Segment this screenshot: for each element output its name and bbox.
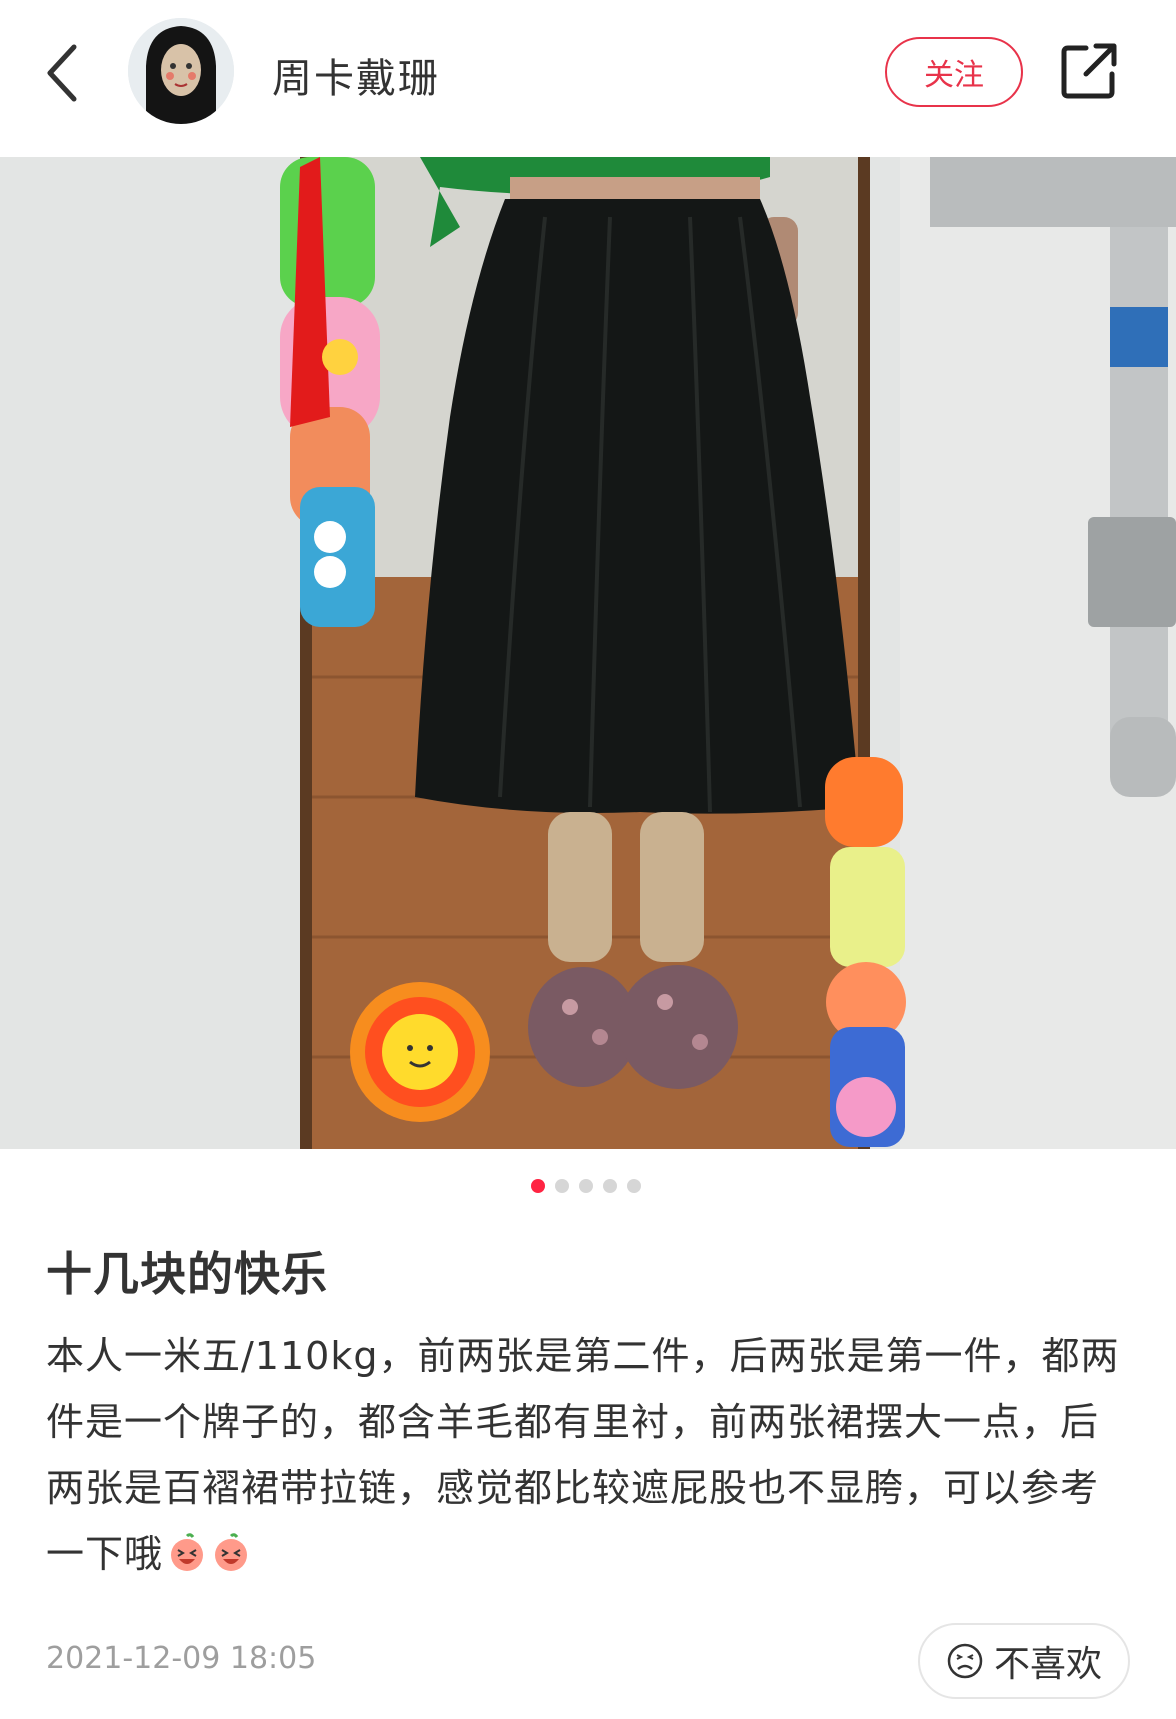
dislike-label: 不喜欢 [993, 1644, 1102, 1685]
page-dot-5[interactable] [627, 1179, 641, 1193]
share-icon [1061, 43, 1117, 99]
back-button[interactable] [36, 40, 88, 106]
top-bar: 周卡戴珊 关注 [0, 0, 1176, 157]
post-body-text: 本人一米五/110kg，前两张是第二件，后两张是第一件，都两件是一个牌子的，都含… [46, 1334, 1120, 1576]
laughing-face-emoji [171, 1533, 204, 1571]
follow-button[interactable]: 关注 [885, 37, 1023, 107]
post-timestamp: 2021-12-09 18:05 [46, 1641, 317, 1676]
page-dot-3[interactable] [579, 1179, 593, 1193]
share-button[interactable] [1058, 40, 1120, 102]
page-dot-2[interactable] [555, 1179, 569, 1193]
post-body: 本人一米五/110kg，前两张是第二件，后两张是第一件，都两件是一个牌子的，都含… [46, 1323, 1136, 1587]
post-image[interactable] [0, 157, 1176, 1149]
frown-face-icon [947, 1643, 983, 1679]
chevron-left-icon [47, 44, 77, 102]
post-title: 十几块的快乐 [46, 1247, 328, 1301]
username[interactable]: 周卡戴珊 [272, 46, 440, 104]
avatar[interactable] [128, 18, 234, 124]
image-pagination [531, 1179, 641, 1193]
dislike-button[interactable]: 不喜欢 [918, 1623, 1130, 1699]
page-dot-4[interactable] [603, 1179, 617, 1193]
laughing-face-emoji [215, 1533, 248, 1571]
page-dot-1[interactable] [531, 1179, 545, 1193]
